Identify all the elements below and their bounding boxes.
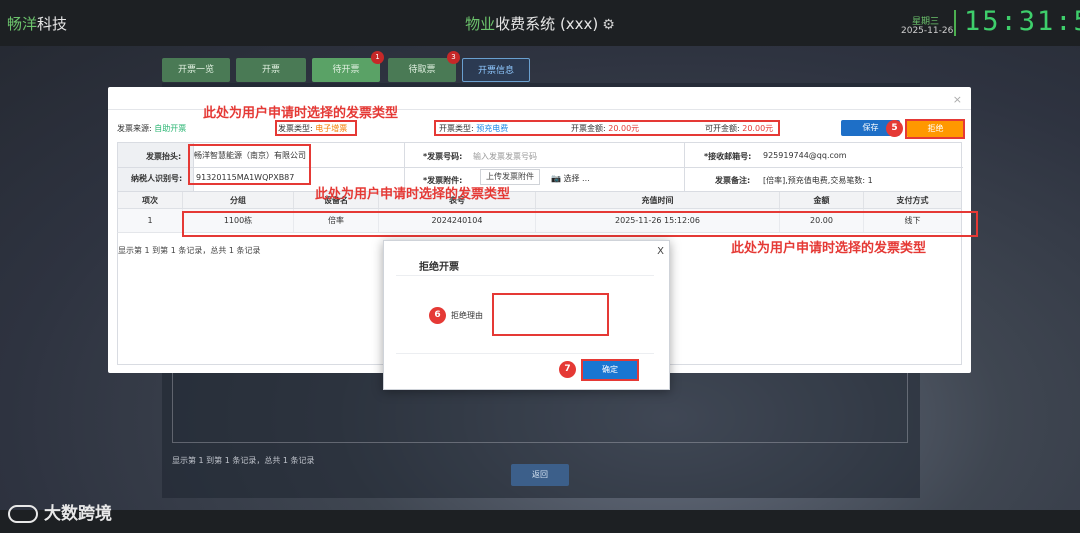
tab-label: 开票 [261,65,280,75]
dialog-divider [396,275,654,276]
tab-invoice-info[interactable]: 开票信息 [462,58,530,82]
invoice-title-label: 发票抬头: [146,152,182,161]
reject-reason-label: 拒绝理由 [451,311,483,320]
column-header: 项次 [118,192,183,208]
bottom-bar [0,510,1080,533]
tab-count-badge: 1 [371,51,384,64]
tab-invoice[interactable]: 开票 [236,58,306,82]
remark-label: 发票备注: [715,176,751,185]
annotation-note: 此处为用户申请时选择的发票类型 [203,106,399,121]
dialog-divider [396,353,654,354]
table-cell: 1 [118,209,183,232]
tab-label: 待取票 [408,65,436,75]
invoice-source-value: 自助开票 [154,124,187,133]
dialog-title: 拒绝开票 [419,262,459,273]
annotation-box-type [275,120,357,136]
table-header: 项次 分组 设备名 表号 充值时间 金额 支付方式 [117,192,962,209]
tab-pending-invoice[interactable]: 待开票 1 [312,51,384,82]
return-button[interactable]: 返回 [511,464,569,486]
reject-reason-input[interactable] [492,293,609,336]
tab-invoice-overview[interactable]: 开票一览 [162,58,230,82]
grid-line [684,143,685,191]
date: 2025-11-26 [901,26,954,36]
annotation-box-reject [905,119,965,139]
email-label: *接收邮箱号: [704,152,752,161]
column-header: 金额 [780,192,864,208]
tab-label: 开票一览 [177,65,214,75]
watermark-text: 大数跨境 [44,504,112,524]
column-header: 分组 [183,192,294,208]
system-title-accent: 物业 [465,15,496,33]
annotation-note: 此处为用户申请时选择的发票类型 [731,241,927,256]
invoice-source: 发票来源: 自助开票 [117,123,186,134]
taxpayer-id-label: 纳税人识别号: [131,174,183,183]
invoice-source-label: 发票来源: [117,124,152,133]
column-header: 支付方式 [896,195,929,205]
annotation-box-amounts [434,120,780,136]
close-icon[interactable]: X [657,246,664,257]
watermark-logo-icon [8,505,38,523]
tab-label: 待开票 [332,65,360,75]
close-icon[interactable]: × [953,93,962,106]
invoice-number-input[interactable]: 输入发票发票号码 [473,151,537,162]
tab-label: 开票信息 [477,66,514,76]
annotation-note: 此处为用户申请时选择的发票类型 [315,187,511,202]
confirm-button[interactable]: 确定 [581,359,639,381]
invoice-number-label: *发票号码: [423,152,463,161]
top-bar: 畅洋科技 物业收费系统 (xxx) ⚙ 星期三 2025-11-26 15:31:… [0,0,1080,46]
tab-pending-pickup[interactable]: 待取票 3 [388,51,460,82]
column-header: 充值时间 [536,192,780,208]
remark-value: [倍率],预充值电费,交易笔数: 1 [763,176,873,185]
background-paging-info: 显示第 1 到第 1 条记录，总共 1 条记录 [172,456,315,465]
system-title-rest: 收费系统 (xxx) [495,15,599,33]
annotation-box-row [182,211,978,237]
email-value: 925919744@qq.com [763,151,847,160]
select-file-button[interactable]: 📷 选择 ... [551,173,590,184]
camera-icon: 📷 [551,174,561,183]
step-badge: 7 [559,361,576,378]
gear-icon[interactable]: ⚙ [602,17,615,33]
step-badge: 5 [886,120,903,137]
tab-count-badge: 3 [447,51,460,64]
reject-dialog: 拒绝开票 X 6 拒绝理由 7 确定 [383,240,670,390]
paging-info: 显示第 1 到第 1 条记录，总共 1 条记录 [118,246,261,255]
step-badge: 6 [429,307,446,324]
digital-clock: 15:31:59 [964,6,1080,37]
watermark: 大数跨境 [8,499,112,524]
select-file-label: 选择 ... [563,174,590,183]
annotation-box-title [188,144,311,185]
clock-divider [954,10,956,36]
